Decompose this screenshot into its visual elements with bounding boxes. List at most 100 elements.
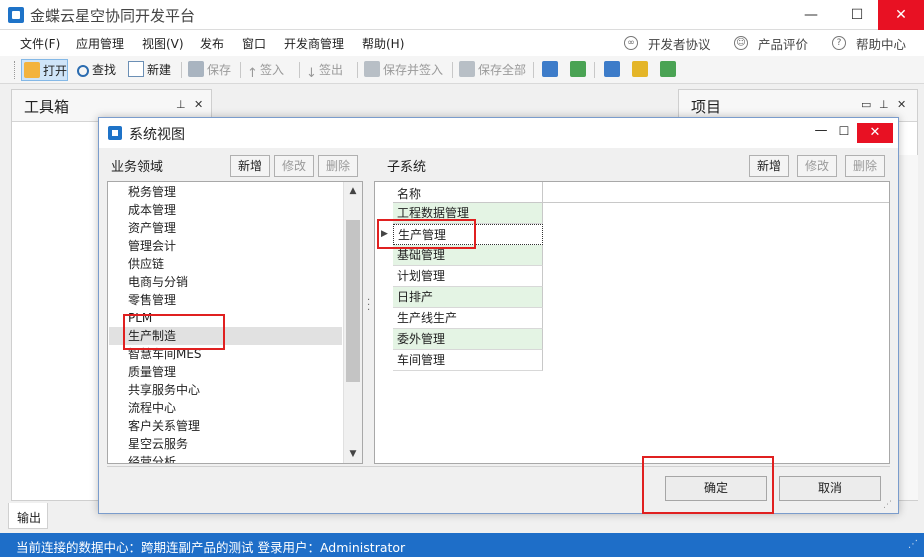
resize-grip-icon: ⋰ (908, 539, 918, 550)
menu-help[interactable]: 帮助(H) (362, 35, 404, 52)
dialog-title-bar: 系统视图 — ☐ ✕ (99, 118, 898, 148)
search-icon (77, 65, 89, 77)
domain-list-scrollbar[interactable]: ▲ ▼ (343, 182, 362, 463)
dialog-resize-grip-icon[interactable]: ⋰ (883, 500, 892, 510)
menu-window[interactable]: 窗口 (242, 35, 266, 52)
close-icon[interactable]: ✕ (897, 98, 906, 111)
toolbar-separator (240, 62, 241, 78)
status-bar: 当前连接的数据中心：跨期连副产品的测试 登录用户：Administrator ⋰ (0, 533, 924, 557)
subsystem-add-button[interactable]: 新增 (749, 155, 789, 177)
table-row[interactable]: 计划管理 (393, 266, 543, 287)
column-name-label: 名称 (397, 187, 422, 201)
toolbar-separator (452, 62, 453, 78)
app-title: 金蝶云星空协同开发平台 (30, 7, 196, 25)
product-review-link[interactable]: 产品评价 (758, 34, 808, 53)
toolbar-separator (299, 62, 300, 78)
find-button[interactable]: 查找 (75, 59, 116, 81)
toolbar: 打开 查找 新建 保存 ↑ 签入 ↓ 签出 保存并签入 保存全部 (0, 56, 924, 84)
save-icon (188, 61, 204, 77)
arrow-up-icon: ↑ (247, 66, 258, 81)
subsystem-edit-button[interactable]: 修改 (797, 155, 837, 177)
domain-edit-button[interactable]: 修改 (274, 155, 314, 177)
menu-app-manage[interactable]: 应用管理 (76, 35, 124, 52)
tool-button-4[interactable] (630, 59, 651, 81)
maximize-panel-icon[interactable]: ▭ (861, 98, 871, 111)
list-item[interactable]: 成本管理 (128, 201, 176, 219)
cancel-button[interactable]: 取消 (779, 476, 881, 501)
domain-add-button[interactable]: 新增 (230, 155, 270, 177)
dialog-maximize-button[interactable]: ☐ (834, 124, 854, 140)
table-row[interactable]: 车间管理 (393, 350, 543, 371)
list-item[interactable]: 经营分析 (128, 453, 176, 463)
report-icon (570, 61, 586, 77)
export-icon (660, 61, 676, 77)
tool-button-5[interactable] (658, 59, 679, 81)
list-item[interactable]: 管理会计 (128, 237, 176, 255)
subsystem-delete-button[interactable]: 删除 (845, 155, 885, 177)
list-item[interactable]: 税务管理 (128, 183, 176, 201)
form-icon (542, 61, 558, 77)
agreement-icon: ∞ (624, 36, 638, 50)
output-label: 输出 (17, 511, 42, 525)
scroll-thumb[interactable] (346, 220, 360, 382)
open-button[interactable]: 打开 (21, 59, 69, 81)
dialog-close-button[interactable]: ✕ (857, 123, 893, 143)
menu-bar: 文件(F) 应用管理 视图(V) 发布 窗口 开发商管理 帮助(H) ∞ 开发者… (0, 30, 924, 56)
project-title: 项目 (691, 98, 722, 116)
list-item[interactable]: 客户关系管理 (128, 417, 200, 435)
list-item[interactable]: 电商与分销 (128, 273, 188, 291)
splitter-handle[interactable]: · · · (367, 296, 371, 316)
toolbar-separator (181, 62, 182, 78)
list-item[interactable]: 资产管理 (128, 219, 176, 237)
app-title-bar: 金蝶云星空协同开发平台 — ☐ ✕ (0, 0, 924, 30)
domain-delete-button[interactable]: 删除 (318, 155, 358, 177)
grid-column-header[interactable]: 名称 (393, 182, 543, 203)
toolbar-separator (533, 62, 534, 78)
close-icon[interactable]: ✕ (194, 98, 203, 111)
maximize-button[interactable]: ☐ (834, 0, 880, 30)
app-logo-icon (8, 7, 24, 23)
save-button[interactable]: 保存 (186, 59, 231, 81)
smile-icon: ☺ (734, 36, 748, 50)
table-row[interactable]: 日排产 (393, 287, 543, 308)
table-row[interactable]: 生产线生产 (393, 308, 543, 329)
help-icon: ? (832, 36, 846, 50)
list-item[interactable]: 星空云服务 (128, 435, 188, 453)
list-item[interactable]: 共享服务中心 (128, 381, 200, 399)
checkout-button[interactable]: ↓ 签出 (304, 59, 343, 81)
list-item[interactable]: 质量管理 (128, 363, 176, 381)
scroll-down-icon[interactable]: ▼ (344, 446, 362, 462)
save-checkin-button[interactable]: 保存并签入 (362, 59, 443, 81)
save-all-button[interactable]: 保存全部 (457, 59, 526, 81)
scroll-up-icon[interactable]: ▲ (344, 183, 362, 199)
status-text: 当前连接的数据中心：跨期连副产品的测试 登录用户：Administrator (16, 540, 406, 555)
output-tab[interactable]: 输出 (8, 503, 48, 529)
help-center-link[interactable]: 帮助中心 (856, 34, 906, 53)
tool-button-3[interactable] (602, 59, 623, 81)
close-button[interactable]: ✕ (878, 0, 924, 30)
checkin-button[interactable]: ↑ 签入 (245, 59, 284, 81)
dialog-title: 系统视图 (129, 127, 185, 143)
menu-developer-manage[interactable]: 开发商管理 (284, 35, 344, 52)
list-item[interactable]: 零售管理 (128, 291, 176, 309)
developer-agreement-link[interactable]: 开发者协议 (648, 34, 711, 53)
dialog-logo-icon (108, 126, 122, 140)
list-item[interactable]: 供应链 (128, 255, 164, 273)
table-row[interactable]: 委外管理 (393, 329, 543, 350)
dialog-minimize-button[interactable]: — (811, 123, 831, 138)
menu-publish[interactable]: 发布 (200, 35, 224, 52)
business-domain-label: 业务领域 (111, 160, 164, 175)
toolbar-grip (14, 61, 17, 79)
tool-button-2[interactable] (568, 59, 589, 81)
pin-icon[interactable]: ⊥ (176, 98, 186, 111)
menu-file[interactable]: 文件(F) (20, 35, 60, 52)
highlight-selected-domain (123, 314, 225, 350)
tool-button-1[interactable] (540, 59, 561, 81)
menu-view[interactable]: 视图(V) (142, 35, 184, 52)
new-button[interactable]: 新建 (126, 59, 171, 81)
list-item[interactable]: 流程中心 (128, 399, 176, 417)
minimize-button[interactable]: — (788, 0, 834, 30)
designer-icon (604, 61, 620, 77)
pin-icon[interactable]: ⊥ (879, 98, 889, 111)
save-checkin-icon (364, 61, 380, 77)
